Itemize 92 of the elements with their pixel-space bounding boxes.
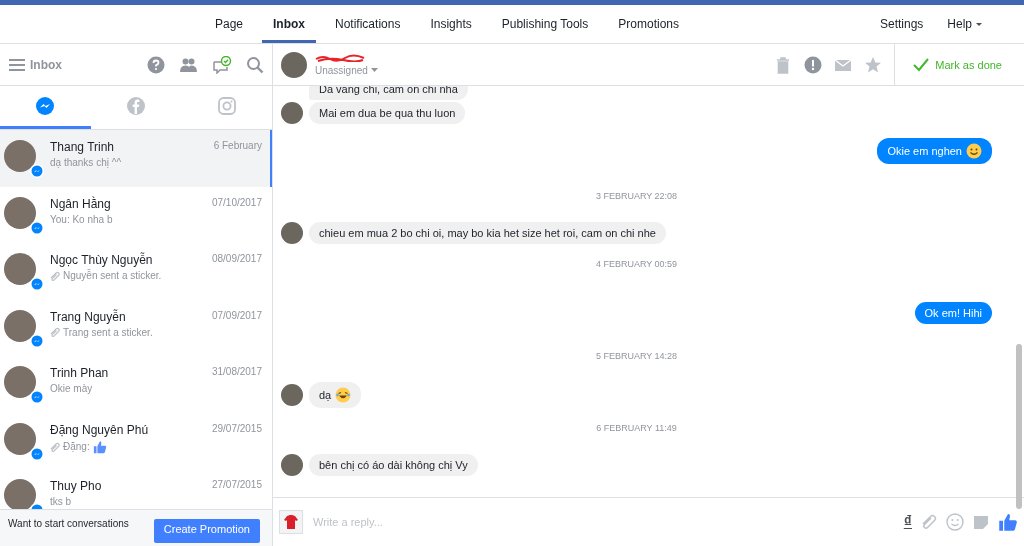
message-preview: dạ thanks chị ^^ [50, 157, 122, 168]
paperclip-icon [50, 327, 60, 337]
thumbs-up-icon [998, 512, 1018, 532]
message-preview: Trang sent a sticker. [63, 326, 153, 338]
caret-icon [370, 68, 378, 72]
received-message-bubble: bên chị có áo dài không chị Vy [309, 454, 478, 476]
messenger-icon [35, 96, 56, 116]
date-separator: 6 FEBRUARY 11:49 [595, 422, 678, 435]
contact-name: Đặng Nguyên Phú [50, 422, 149, 437]
avatar-photo-placeholder [4, 309, 36, 342]
currency-button[interactable]: ₫ [903, 513, 912, 531]
paperclip-icon[interactable] [920, 513, 938, 531]
inbox-title: Inbox [30, 57, 63, 72]
search-icon[interactable] [246, 55, 264, 74]
paperclip-icon [50, 270, 60, 281]
date-separator: 4 FEBRUARY 00:59 [594, 258, 679, 271]
avatar-photo-placeholder [4, 366, 36, 399]
contact-name: Ngân Hằng [50, 196, 111, 211]
nav-tab[interactable]: Page [204, 5, 255, 43]
thumbs-up-icon [92, 439, 107, 454]
avatar-photo-placeholder [281, 454, 303, 476]
avatar-photo-placeholder [4, 196, 36, 229]
received-message-bubble: Da vang chi, cam on chi nha [309, 86, 468, 100]
help-icon[interactable] [147, 55, 165, 74]
messenger-badge-icon [30, 277, 44, 292]
messenger-badge-icon [30, 220, 44, 235]
like-button[interactable] [998, 512, 1018, 532]
avatar-photo-placeholder [4, 253, 36, 286]
contact-name: Trang Nguyễn [50, 309, 126, 324]
settings-link[interactable]: Settings [867, 5, 936, 43]
create-promotion-button[interactable]: Create Promotion [153, 519, 260, 543]
avatar-photo-placeholder [4, 422, 36, 455]
smiley-icon[interactable] [946, 513, 964, 531]
laughing-emoji-icon [335, 387, 352, 403]
promotion-prompt: Want to start conversations [8, 518, 129, 529]
conversation-date: 29/07/2015 [211, 422, 262, 436]
sent-message-bubble: Okie em nghen [877, 138, 992, 164]
messenger-badge-icon [30, 390, 44, 405]
conversation-item[interactable]: Đặng Nguyên Phú 29/07/2015 Đặng: [0, 412, 272, 469]
conversation-item[interactable]: Thang Trinh 6 February dạ thanks chị ^^ [0, 130, 272, 187]
message-preview: Nguyễn sent a sticker. [63, 270, 162, 281]
conversation-date: 6 February [213, 140, 262, 153]
message-preview: You: Ko nha b [50, 213, 113, 225]
messenger-badge-icon [30, 164, 44, 179]
message-preview: Đặng: [63, 441, 90, 452]
instagram-icon [216, 96, 237, 116]
paperclip-icon [50, 441, 60, 452]
nav-tab[interactable]: Insights [419, 5, 483, 43]
avatar-photo-placeholder [281, 222, 303, 244]
redacted-scribble-icon [315, 53, 365, 62]
star-icon[interactable] [864, 55, 883, 74]
conversation-date: 07/10/2017 [211, 196, 262, 210]
shirt-thumbnail-icon [279, 510, 303, 534]
conversation-date: 27/07/2015 [211, 479, 262, 492]
nav-tab[interactable]: Promotions [607, 5, 690, 43]
avatar-photo-placeholder [281, 102, 303, 124]
conversation-item[interactable]: Trinh Phan 31/08/2017 Okie mày [0, 356, 272, 413]
date-separator: 3 FEBRUARY 22:08 [594, 190, 679, 203]
avatar-photo-placeholder [4, 140, 36, 173]
conversation-item[interactable]: Ngân Hằng 07/10/2017 You: Ko nha b [0, 186, 272, 243]
chat-check-icon[interactable] [212, 55, 232, 74]
message-preview: tks b [50, 496, 72, 507]
nav-tab[interactable]: Notifications [324, 5, 412, 43]
received-message-bubble: Mai em dua be qua thu luon [309, 102, 466, 124]
conversation-item[interactable]: Trang Nguyễn 07/09/2017 Trang sent a sticker. [0, 299, 272, 356]
caret-icon [976, 22, 982, 26]
avatar-photo-placeholder [281, 51, 307, 78]
smiley-emoji-icon [966, 143, 982, 159]
contact-name: Thuy Pho [50, 479, 102, 493]
sent-message-bubble: Ok em! Hihi [914, 302, 992, 324]
contact-name: Trinh Phan [50, 366, 109, 380]
avatar-photo-placeholder [4, 479, 36, 509]
avatar-photo-placeholder [281, 384, 303, 406]
contact-name: Thang Trinh [50, 140, 115, 154]
received-message-bubble: chieu em mua 2 bo chi oi, may bo kia het size het roi, cam on chi nhe [309, 222, 666, 244]
conversation-date: 31/08/2017 [211, 366, 262, 379]
message-preview: Okie mày [50, 383, 93, 394]
nav-tab[interactable]: Publishing Tools [490, 5, 600, 43]
checkmark-icon [913, 57, 930, 72]
messenger-badge-icon [30, 333, 44, 348]
conversation-item[interactable]: Ngọc Thùy Nguyễn 08/09/2017 Nguyễn sent a sticker. [0, 243, 272, 300]
sticker-icon[interactable] [972, 513, 990, 531]
messenger-badge-icon [30, 446, 44, 461]
conversation-date: 08/09/2017 [211, 253, 262, 266]
date-separator: 5 FEBRUARY 14:28 [594, 350, 679, 363]
facebook-icon [126, 96, 146, 116]
contact-name: Ngọc Thùy Nguyễn [50, 253, 153, 267]
scrollbar-thumb[interactable] [1016, 344, 1022, 509]
conversation-date: 07/09/2017 [211, 309, 262, 323]
received-message-bubble: dạ [309, 382, 362, 408]
help-link[interactable]: Help [947, 17, 972, 31]
alert-icon[interactable] [804, 55, 823, 74]
